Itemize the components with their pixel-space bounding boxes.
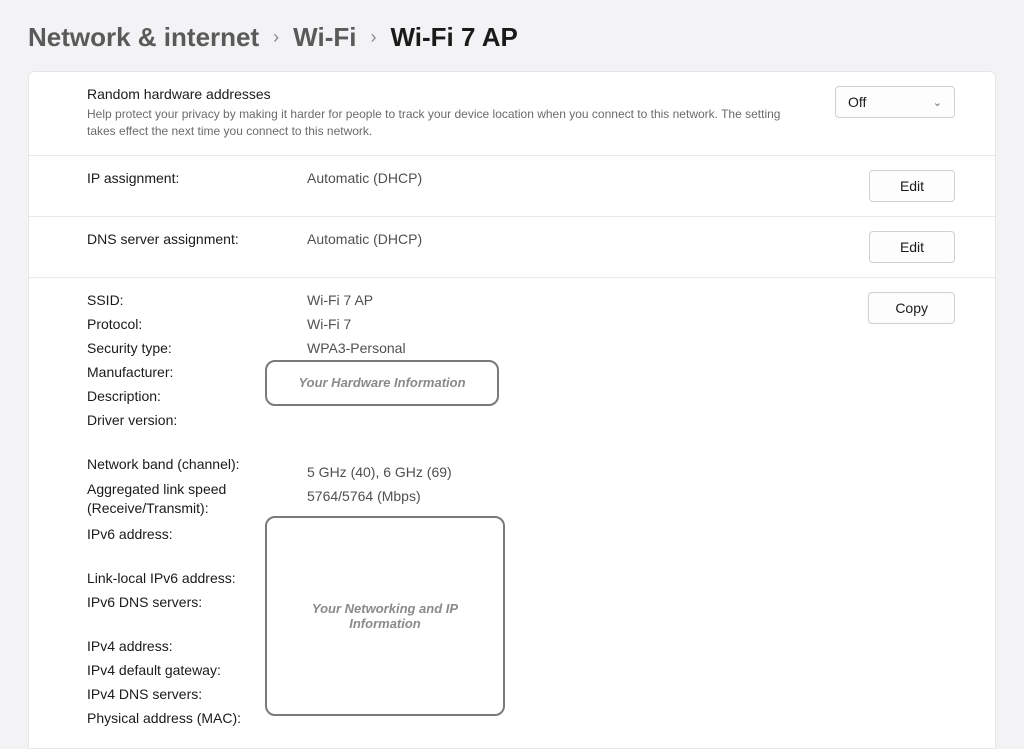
random-hw-dropdown[interactable]: Off ⌄ (835, 86, 955, 118)
security-label: Security type: (87, 340, 307, 356)
random-hw-value: Off (848, 94, 866, 110)
dns-assignment-label: DNS server assignment: (87, 231, 307, 247)
ssid-value: Wi-Fi 7 AP (307, 292, 868, 308)
random-hw-section: Random hardware addresses Help protect y… (29, 72, 995, 156)
band-label: Network band (channel): (87, 456, 307, 472)
chevron-right-icon: › (273, 27, 279, 48)
dns-assignment-value: Automatic (DHCP) (307, 231, 849, 247)
settings-panel: Random hardware addresses Help protect y… (28, 71, 996, 749)
hw-info-placeholder: Your Hardware Information (265, 360, 499, 406)
ip-assignment-label: IP assignment: (87, 170, 307, 186)
random-hw-title: Random hardware addresses (87, 86, 815, 102)
security-value: WPA3-Personal (307, 340, 868, 356)
detail-actions: Copy (868, 292, 955, 726)
breadcrumb-network[interactable]: Network & internet (28, 22, 259, 53)
link-label: Aggregated link speed (Receive/Transmit)… (87, 480, 307, 518)
dns-assignment-edit-button[interactable]: Edit (869, 231, 955, 263)
ip-info-placeholder: Your Networking and IP Information (265, 516, 505, 716)
ip-assignment-section: IP assignment: Automatic (DHCP) Edit (29, 156, 995, 217)
ssid-label: SSID: (87, 292, 307, 308)
wifi-details-section: SSID: Protocol: Security type: Manufactu… (29, 278, 995, 748)
protocol-value: Wi-Fi 7 (307, 316, 868, 332)
detail-values-col: Wi-Fi 7 AP Wi-Fi 7 WPA3-Personal Your Ha… (307, 292, 868, 726)
dns-assignment-section: DNS server assignment: Automatic (DHCP) … (29, 217, 995, 278)
breadcrumb-current: Wi-Fi 7 AP (390, 22, 517, 53)
breadcrumb-wifi[interactable]: Wi-Fi (293, 22, 356, 53)
chevron-down-icon: ⌄ (933, 96, 942, 109)
copy-button[interactable]: Copy (868, 292, 955, 324)
ip-assignment-edit-button[interactable]: Edit (869, 170, 955, 202)
protocol-label: Protocol: (87, 316, 307, 332)
link-value: 5764/5764 (Mbps) (307, 488, 868, 504)
random-hw-desc: Help protect your privacy by making it h… (87, 106, 807, 141)
ip-assignment-value: Automatic (DHCP) (307, 170, 849, 186)
band-value: 5 GHz (40), 6 GHz (69) (307, 464, 868, 480)
chevron-right-icon: › (370, 27, 376, 48)
driver-label: Driver version: (87, 412, 307, 428)
breadcrumb: Network & internet › Wi-Fi › Wi-Fi 7 AP (0, 0, 1024, 71)
